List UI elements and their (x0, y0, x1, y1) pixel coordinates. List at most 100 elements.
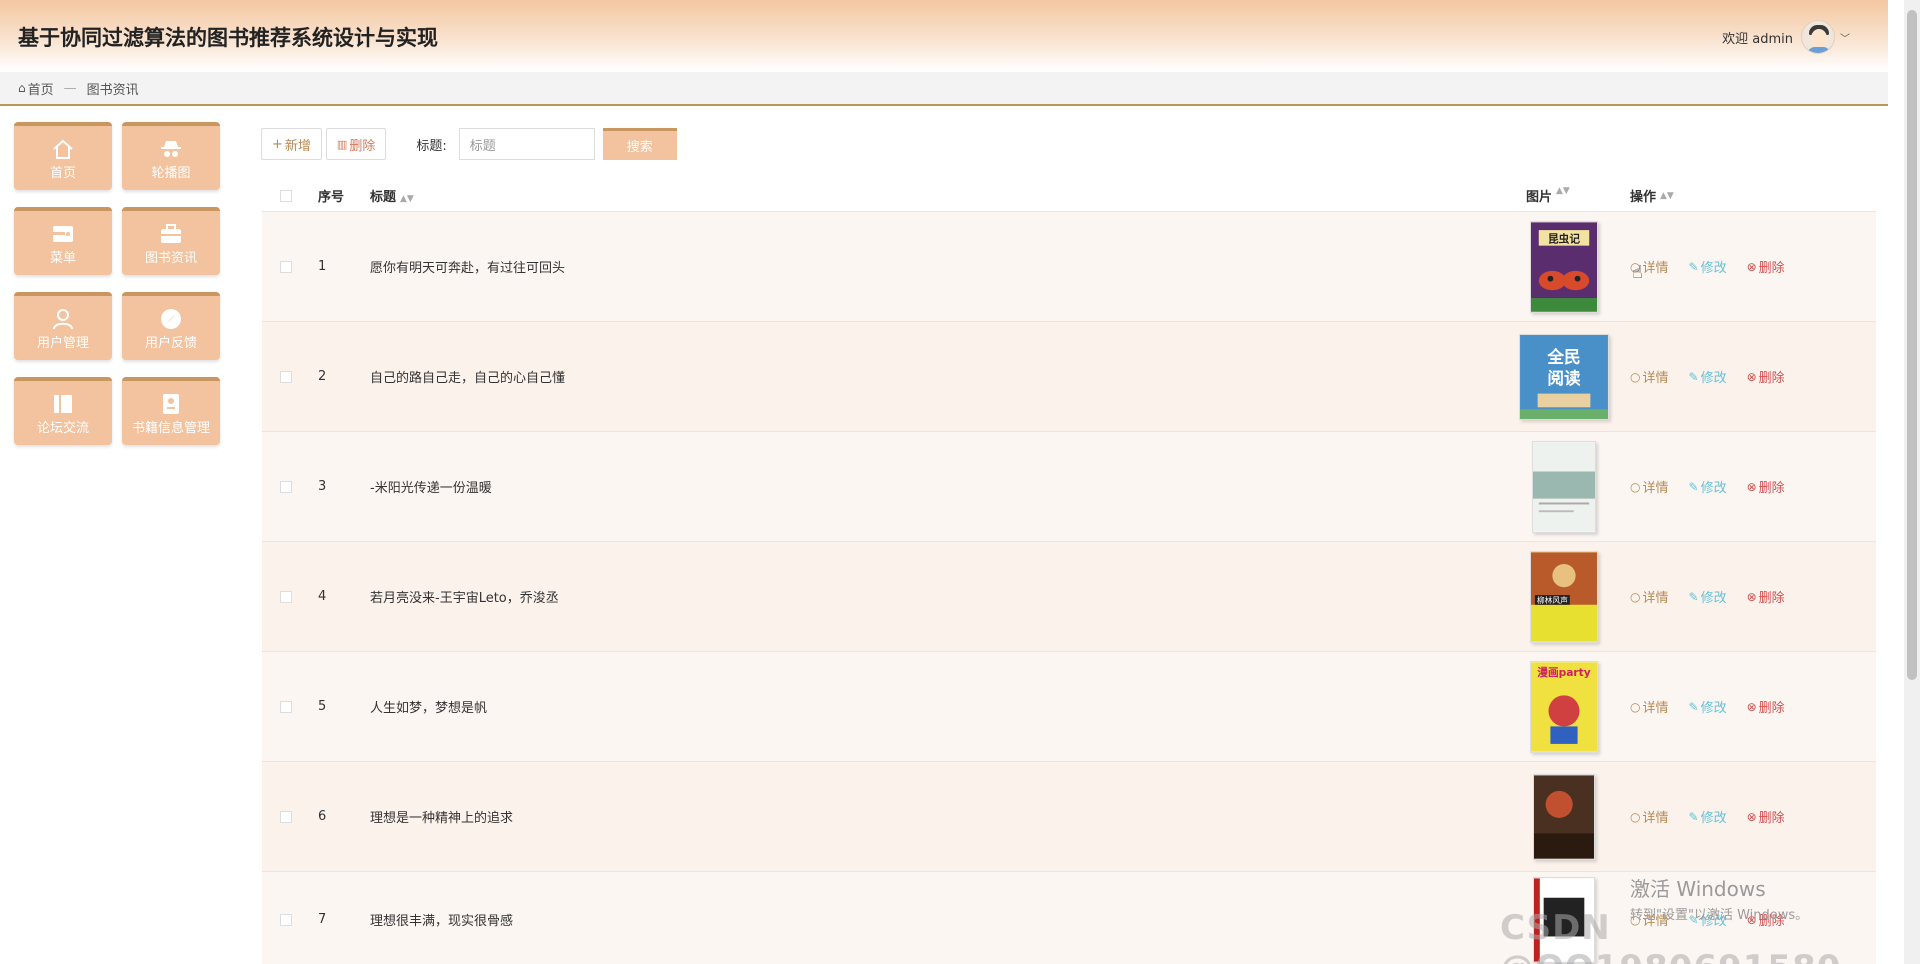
select-all-checkbox[interactable] (280, 189, 292, 202)
sidebar-item-home[interactable]: 首页 (14, 122, 112, 190)
svg-text:昆虫记: 昆虫记 (1548, 232, 1580, 245)
sort-icon: ▲▼ (400, 194, 414, 204)
row-index: 5 (318, 699, 327, 714)
svg-text:柳林风声: 柳林风声 (1537, 594, 1568, 604)
sidebar-item-menu[interactable]: 菜单 (14, 207, 112, 275)
edit-link[interactable]: ✎ 修改 (1688, 257, 1727, 277)
delete-link[interactable]: ⊗ 删除 (1747, 257, 1785, 277)
card-icon (50, 223, 76, 245)
search-icon: ○ (1630, 369, 1641, 384)
add-button[interactable]: + 新增 (261, 128, 322, 160)
col-index-header: 序号 (318, 190, 345, 205)
detail-link[interactable]: ○ 详情 (1630, 807, 1669, 827)
welcome-text: 欢迎 admin (1722, 31, 1793, 47)
sidebar-item-book-news[interactable]: 图书资讯 (122, 207, 220, 275)
sidebar-item-label: 论坛交流 (36, 421, 89, 436)
svg-text:阅读: 阅读 (1547, 367, 1581, 387)
sidebar-item-label: 首页 (49, 166, 76, 181)
table-row: 3 -米阳光传递一份温暖 ○ 详情 ✎ 修改 ⊗ 删除 (262, 432, 1876, 542)
book-cover-image: 漫画party (1530, 660, 1598, 753)
delete-link[interactable]: ⊗ 删除 (1746, 477, 1785, 497)
col-image-header[interactable]: 图片 ▲▼ (1510, 186, 1618, 205)
sidebar-item-label: 用户反馈 (144, 336, 197, 351)
detail-link[interactable]: ○ 详情 (1630, 587, 1669, 607)
sidebar-item-label: 菜单 (49, 251, 76, 266)
sidebar-item-label: 用户管理 (36, 336, 89, 351)
compass-icon (158, 308, 184, 330)
table-row: 4 若月亮没来-王宇宙Leto，乔浚丞 柳林风声 ○ 详情 ✎ 修改 ⊗ 删除 (262, 542, 1876, 652)
title-search-input[interactable]: 标题 (458, 128, 595, 160)
breadcrumb-home[interactable]: 首页 (28, 79, 54, 98)
user-icon (50, 308, 76, 330)
spy-icon (158, 138, 184, 160)
edit-link[interactable]: ✎ 修改 (1689, 477, 1727, 497)
batch-delete-button[interactable]: ▥ 删除 (325, 128, 387, 160)
svg-text:漫画party: 漫画party (1537, 665, 1590, 678)
breadcrumb-current: 图书资讯 (86, 82, 139, 98)
row-checkbox[interactable] (280, 700, 292, 713)
edit-link[interactable]: ✎ 修改 (1689, 587, 1727, 607)
row-index: 2 (318, 369, 327, 384)
edit-icon: ✎ (1688, 259, 1699, 274)
app-title: 基于协同过滤算法的图书推荐系统设计与实现 (18, 26, 438, 50)
sidebar-item-forum[interactable]: 论坛交流 (14, 377, 112, 445)
row-checkbox[interactable] (280, 260, 292, 273)
sidebar-item-carousel[interactable]: 轮播图 (122, 122, 220, 190)
row-title: 理想很丰满，现实很骨感 (370, 914, 514, 929)
close-circle-icon: ⊗ (1746, 369, 1757, 384)
book-cover-image: 昆虫记 (1530, 220, 1598, 313)
sort-icon: ▲▼ (1660, 190, 1674, 201)
chevron-down-icon[interactable]: ﹀ (1840, 30, 1850, 45)
row-checkbox[interactable] (280, 810, 292, 823)
delete-link[interactable]: ⊗ 删除 (1747, 697, 1785, 717)
row-index: 6 (318, 809, 327, 824)
book-cover-image (1533, 773, 1595, 860)
detail-link[interactable]: ○ 详情 (1630, 367, 1669, 387)
avatar[interactable] (1801, 20, 1835, 54)
toolbar: + 新增 ▥ 删除 标题: 标题 搜索 (261, 126, 677, 162)
edit-link[interactable]: ✎ 修改 (1688, 807, 1727, 827)
edit-link[interactable]: ✎ 修改 (1689, 697, 1727, 717)
col-ops-header[interactable]: 操作 ▲▼ (1618, 186, 1876, 205)
close-circle-icon: ⊗ (1746, 809, 1757, 824)
contact-icon (158, 393, 184, 415)
delete-link[interactable]: ⊗ 删除 (1747, 587, 1785, 607)
vertical-scrollbar[interactable] (1904, 0, 1920, 964)
sidebar-item-label: 图书资讯 (144, 251, 197, 266)
scrollbar-thumb[interactable] (1907, 10, 1917, 680)
breadcrumb-separator: — (63, 80, 77, 96)
watermark-line1: 激活 Windows (1630, 877, 1766, 901)
search-icon: ○ (1630, 809, 1641, 824)
row-checkbox[interactable] (280, 480, 292, 493)
delete-link[interactable]: ⊗ 删除 (1746, 807, 1785, 827)
row-index: 1 (318, 259, 327, 274)
row-checkbox[interactable] (280, 590, 292, 603)
detail-link[interactable]: ○ 详情 (1630, 477, 1669, 497)
close-circle-icon: ⊗ (1746, 479, 1757, 494)
search-icon: ○ (1630, 479, 1641, 494)
home-icon[interactable]: ⌂ (18, 81, 26, 95)
row-checkbox[interactable] (280, 913, 292, 926)
sidebar-item-book-info[interactable]: 书籍信息管理 (122, 377, 220, 445)
row-index: 3 (318, 479, 327, 494)
svg-text:全民: 全民 (1546, 346, 1580, 366)
book-cover-image (1532, 440, 1596, 533)
row-checkbox[interactable] (280, 370, 292, 383)
sidebar-item-user-management[interactable]: 用户管理 (14, 292, 112, 360)
row-title: 人生如梦，梦想是帆 (370, 701, 488, 716)
briefcase-icon (158, 223, 184, 245)
plus-icon: + (272, 136, 283, 152)
detail-link[interactable]: ○ 详情 (1630, 697, 1669, 717)
sidebar-item-user-feedback[interactable]: 用户反馈 (122, 292, 220, 360)
table-row: 6 理想是一种精神上的追求 ○ 详情 ✎ 修改 ⊗ 删除 (262, 762, 1876, 872)
search-button[interactable]: 搜索 (602, 128, 677, 160)
delete-link[interactable]: ⊗ 删除 (1746, 367, 1785, 387)
edit-icon: ✎ (1688, 809, 1699, 824)
edit-link[interactable]: ✎ 修改 (1689, 367, 1727, 387)
book-news-table: 序号 标题 ▲▼ 图片 ▲▼ 操作 ▲▼ 1 愿你有明天可奔赴，有过往可回头 昆虫记 … (262, 180, 1876, 964)
col-title-header[interactable]: 标题 ▲▼ (370, 186, 1510, 205)
mouse-pointer-icon: ☝ (1632, 262, 1643, 283)
table-header: 序号 标题 ▲▼ 图片 ▲▼ 操作 ▲▼ (262, 180, 1876, 212)
user-menu[interactable]: 欢迎 admin ﹀ (1722, 20, 1850, 54)
csdn-watermark: CSDN @QQ1980691580 (1500, 908, 1840, 964)
